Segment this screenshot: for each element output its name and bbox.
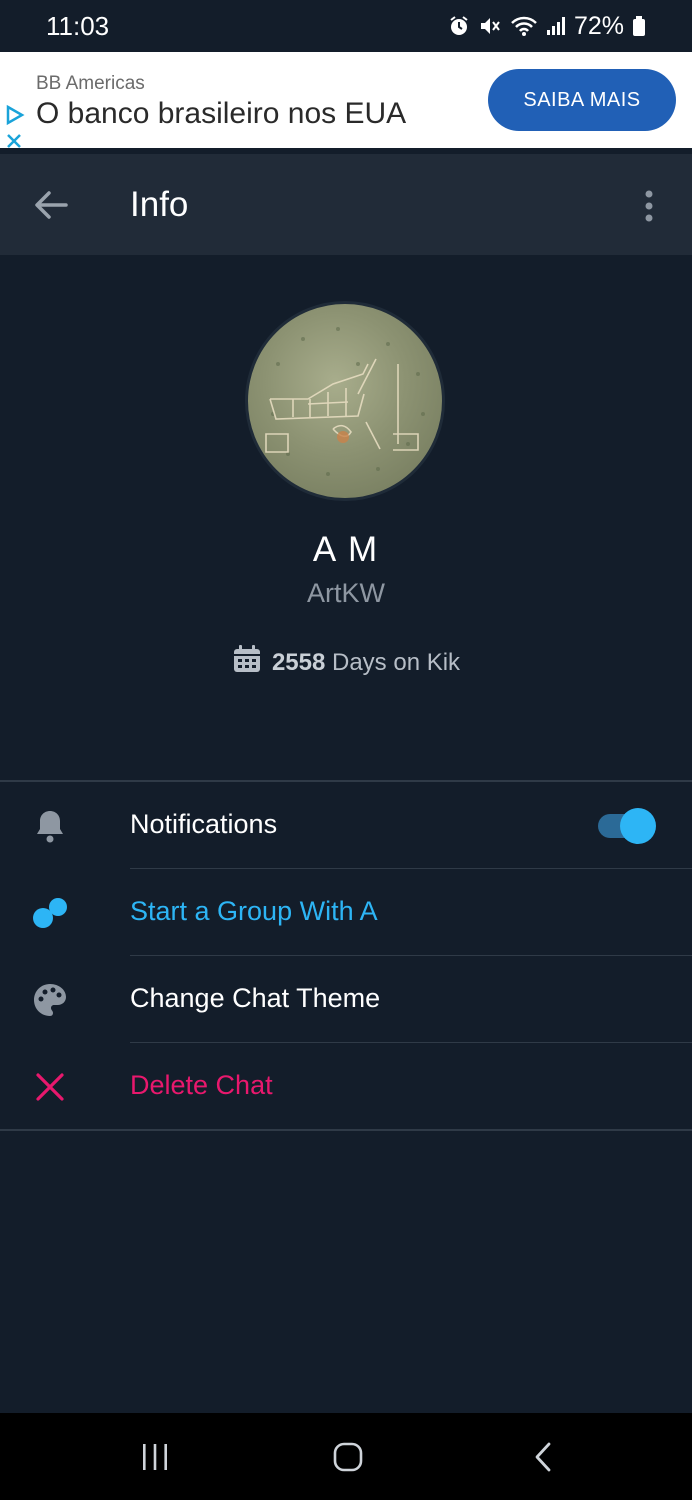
days-count: 2558 xyxy=(271,648,326,676)
avatar-sketch-image xyxy=(265,327,425,476)
days-on-kik: 2558 Days on Kik xyxy=(0,644,692,681)
wifi-icon xyxy=(510,15,538,37)
notifications-row[interactable]: Notifications xyxy=(0,782,692,869)
group-bubbles-icon xyxy=(30,893,70,933)
back-nav-icon[interactable] xyxy=(530,1441,556,1478)
ad-text: BB Americas O banco brasileiro nos EUA xyxy=(36,69,488,131)
recent-apps-icon[interactable] xyxy=(140,1441,170,1478)
more-options-icon[interactable] xyxy=(636,188,662,224)
ad-banner[interactable]: BB Americas O banco brasileiro nos EUA S… xyxy=(0,52,692,148)
alarm-icon xyxy=(448,15,470,37)
delete-chat-label: Delete Chat xyxy=(130,1070,273,1100)
status-icons: 72% xyxy=(448,12,646,41)
home-icon[interactable] xyxy=(333,1441,363,1478)
ad-choices-icon[interactable] xyxy=(4,104,26,131)
change-theme-label: Change Chat Theme xyxy=(130,983,381,1013)
palette-icon xyxy=(30,980,70,1020)
notifications-toggle[interactable] xyxy=(598,808,658,844)
delete-chat-row[interactable]: Delete Chat xyxy=(0,1043,692,1130)
start-group-row[interactable]: Start a Group With A xyxy=(0,869,692,956)
display-name: A M xyxy=(312,530,380,569)
ad-title: O banco brasileiro nos EUA xyxy=(36,97,407,130)
battery-percent: 72% xyxy=(573,11,624,40)
ad-close-icon[interactable] xyxy=(6,134,22,153)
close-x-icon xyxy=(30,1067,70,1107)
mute-icon xyxy=(478,15,502,37)
toggle-knob xyxy=(620,808,656,844)
ad-brand: BB Americas xyxy=(36,73,145,94)
back-arrow-icon[interactable] xyxy=(30,188,72,222)
signal-icon xyxy=(546,15,566,37)
days-label: Days on Kik xyxy=(332,648,461,676)
bell-icon xyxy=(30,806,70,846)
ad-cta-button[interactable]: SAIBA MAIS xyxy=(488,69,676,131)
battery-icon xyxy=(632,15,646,37)
ad-controls xyxy=(0,52,36,148)
app-header: Info xyxy=(0,154,692,255)
avatar[interactable] xyxy=(245,301,445,501)
calendar-icon xyxy=(232,644,262,681)
system-nav-bar xyxy=(0,1413,692,1500)
change-theme-row[interactable]: Change Chat Theme xyxy=(0,956,692,1043)
page-title: Info xyxy=(130,185,189,224)
status-time: 11:03 xyxy=(46,10,110,41)
status-bar: 11:03 72% xyxy=(0,0,692,52)
notifications-label: Notifications xyxy=(130,809,278,839)
divider xyxy=(0,1129,692,1131)
start-group-label: Start a Group With A xyxy=(130,896,378,926)
username: ArtKW xyxy=(307,578,385,608)
